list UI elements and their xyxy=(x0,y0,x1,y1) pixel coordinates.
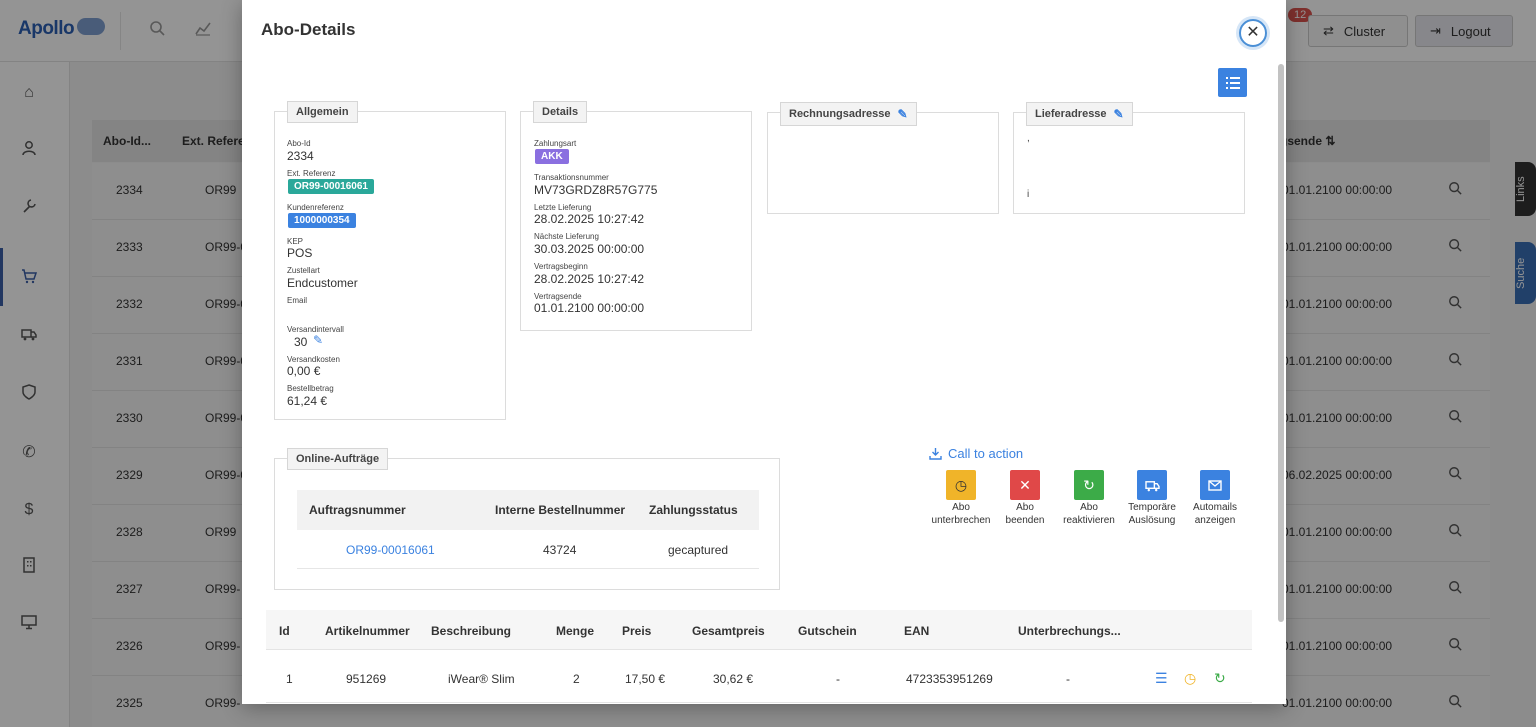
interne-bestellnummer-value: 43724 xyxy=(543,543,577,557)
bestellbetrag-label: Bestellbetrag xyxy=(287,384,334,393)
letzte-lieferung-label: Letzte Lieferung xyxy=(534,203,592,212)
call-to-action-label: Call to action xyxy=(948,446,1024,461)
zustellart-value: Endcustomer xyxy=(287,276,358,290)
zustellart-label: Zustellart xyxy=(287,266,320,275)
list-icon xyxy=(1225,76,1240,89)
online-auftraege-legend: Online-Aufträge xyxy=(287,448,389,470)
rechnungsadresse-panel: Rechnungsadresse ✎ xyxy=(767,102,999,214)
versandkosten-label: Versandkosten xyxy=(287,355,340,364)
modal-scrollbar[interactable] xyxy=(1278,64,1284,622)
automails-anzeigen-button[interactable] xyxy=(1200,470,1230,500)
article-unterbrechung: - xyxy=(1066,672,1070,686)
column-header-zahlungsstatus[interactable]: Zahlungsstatus xyxy=(649,503,738,517)
zahlungsart-label: Zahlungsart xyxy=(534,139,577,148)
row-pause-clock-icon[interactable]: ◷ xyxy=(1184,670,1196,687)
online-auftraege-header: Auftragsnummer Interne Bestellnummer Zah… xyxy=(297,490,759,530)
naechste-lieferung-value: 30.03.2025 00:00:00 xyxy=(534,242,645,256)
modal-title: Abo-Details xyxy=(261,20,356,39)
abo-details-modal: Abo-Details ✕ Allgemein Abo-Id 2334 Ext.… xyxy=(242,0,1286,704)
ext-ref-badge: OR99-00016061 xyxy=(288,179,374,194)
versandkosten-value: 0,00 € xyxy=(287,364,321,378)
row-divider xyxy=(266,702,1252,703)
close-button[interactable]: ✕ xyxy=(1239,19,1267,47)
row-divider xyxy=(297,568,759,569)
kep-label: KEP xyxy=(287,237,304,246)
column-header-id[interactable]: Id xyxy=(279,624,290,638)
column-header-menge[interactable]: Menge xyxy=(556,624,594,638)
row-reactivate-icon[interactable]: ↻ xyxy=(1214,670,1226,687)
call-to-action-link[interactable]: Call to action xyxy=(929,446,1023,461)
article-menge: 2 xyxy=(573,672,580,686)
truck-icon xyxy=(1144,480,1160,491)
articles-table-header: Id Artikelnummer Beschreibung Menge Prei… xyxy=(266,610,1252,650)
column-header-beschreibung[interactable]: Beschreibung xyxy=(431,624,511,638)
lieferadresse-line-2: i xyxy=(1027,189,1030,200)
kundenref-label: Kundenreferenz xyxy=(287,203,344,212)
abo-reaktivieren-button[interactable]: ↻ xyxy=(1074,470,1104,500)
article-artikelnummer: 951269 xyxy=(346,672,387,686)
details-panel: Details Zahlungsart AKK Transaktionsnumm… xyxy=(520,101,752,331)
column-header-preis[interactable]: Preis xyxy=(622,624,651,638)
clock-icon: ◷ xyxy=(954,476,968,493)
kundenref-badge: 1000000354 xyxy=(288,213,356,228)
mail-icon xyxy=(1208,479,1222,491)
download-icon xyxy=(929,448,942,460)
vertragsbeginn-value: 28.02.2025 10:27:42 xyxy=(534,272,645,286)
allgemein-panel: Allgemein Abo-Id 2334 Ext. Referenz OR99… xyxy=(274,101,506,420)
edit-rechnungsadresse-icon[interactable]: ✎ xyxy=(897,107,907,121)
vertragsende-label: Vertragsende xyxy=(534,292,582,301)
transaktion-value: MV73GRDZ8R57G775 xyxy=(534,183,658,197)
vertragsende-value: 01.01.2100 00:00:00 xyxy=(534,301,645,315)
column-header-gutschein[interactable]: Gutschein xyxy=(798,624,857,638)
article-gutschein: - xyxy=(836,672,840,686)
kep-value: POS xyxy=(287,246,313,260)
list-view-button[interactable] xyxy=(1218,68,1247,97)
column-header-interne-bestellnummer[interactable]: Interne Bestellnummer xyxy=(495,503,625,517)
auftragsnummer-link[interactable]: OR99-00016061 xyxy=(346,543,435,557)
allgemein-legend: Allgemein xyxy=(287,101,358,123)
x-icon: ✕ xyxy=(1019,476,1031,493)
ext-ref-label: Ext. Referenz xyxy=(287,169,336,178)
bestellbetrag-value: 61,24 € xyxy=(287,394,328,408)
abo-beenden-button[interactable]: ✕ xyxy=(1010,470,1040,500)
details-legend: Details xyxy=(533,101,588,123)
article-preis: 17,50 € xyxy=(625,672,666,686)
row-details-list-icon[interactable]: ☰ xyxy=(1155,670,1168,687)
edit-lieferadresse-icon[interactable]: ✎ xyxy=(1114,107,1124,121)
versandintervall-value: 30 xyxy=(294,335,308,349)
transaktion-label: Transaktionsnummer xyxy=(534,173,609,182)
article-beschreibung: iWear® Slim xyxy=(448,672,515,686)
rechnungsadresse-legend: Rechnungsadresse ✎ xyxy=(780,102,917,126)
column-header-auftragsnummer[interactable]: Auftragsnummer xyxy=(309,503,406,517)
abo-unterbrechen-button[interactable]: ◷ xyxy=(946,470,976,500)
column-header-gesamtpreis[interactable]: Gesamtpreis xyxy=(692,624,765,638)
lieferadresse-panel: Lieferadresse ✎ , i xyxy=(1013,102,1245,214)
letzte-lieferung-value: 28.02.2025 10:27:42 xyxy=(534,212,645,226)
zahlungsart-badge: AKK xyxy=(535,149,569,164)
temporaere-ausloesung-button[interactable] xyxy=(1137,470,1167,500)
vertragsbeginn-label: Vertragsbeginn xyxy=(534,262,588,271)
column-header-ean[interactable]: EAN xyxy=(904,624,929,638)
online-auftraege-panel: Online-Aufträge Auftragsnummer Interne B… xyxy=(274,448,780,590)
abo-id-label: Abo-Id xyxy=(287,139,311,148)
column-header-unterbrechung[interactable]: Unterbrechungs... xyxy=(1018,624,1121,638)
naechste-lieferung-label: Nächste Lieferung xyxy=(534,232,599,241)
email-label: Email xyxy=(287,296,308,305)
article-id: 1 xyxy=(286,672,293,686)
close-icon: ✕ xyxy=(1246,24,1260,41)
lieferadresse-legend: Lieferadresse ✎ xyxy=(1026,102,1133,126)
article-gesamtpreis: 30,62 € xyxy=(713,672,754,686)
column-header-artikelnummer[interactable]: Artikelnummer xyxy=(325,624,410,638)
automails-anzeigen-label: Automails anzeigen xyxy=(1193,502,1237,526)
abo-id-value: 2334 xyxy=(287,149,314,163)
article-ean: 4723353951269 xyxy=(906,672,993,686)
lieferadresse-line-1: , xyxy=(1027,133,1030,144)
refresh-icon: ↻ xyxy=(1083,476,1095,493)
edit-intervall-icon[interactable]: ✎ xyxy=(313,333,323,347)
zahlungsstatus-value: gecaptured xyxy=(668,543,729,557)
